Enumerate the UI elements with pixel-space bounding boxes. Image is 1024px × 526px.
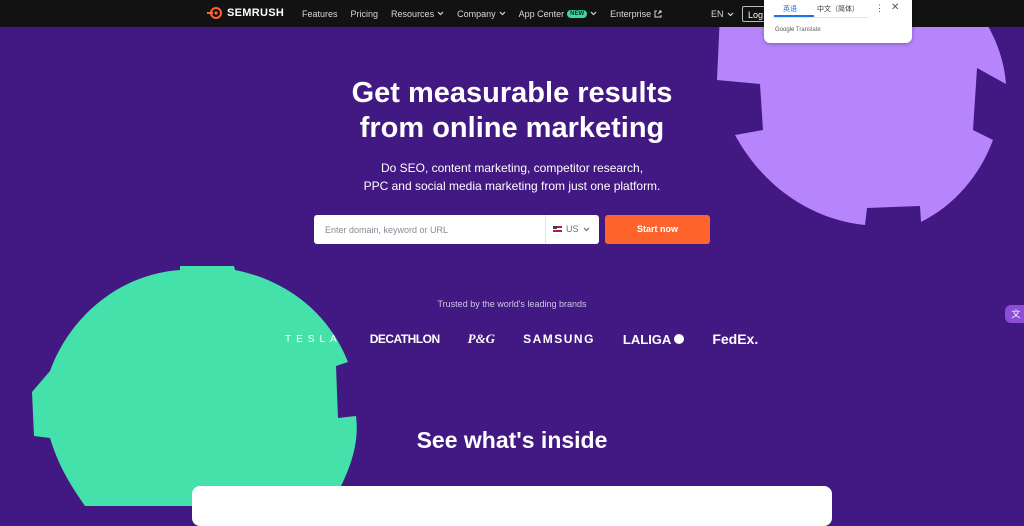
brand-logo-fedex: FedEx. [712,331,759,347]
brand-logo-samsung: SAMSUNG [523,332,595,346]
brand-logo-laliga: LALIGA [622,331,685,347]
nav-item-company[interactable]: Company [457,9,506,19]
nav-item-resources[interactable]: Resources [391,9,444,19]
chevron-down-icon [727,12,733,16]
preview-card [192,486,832,526]
translate-tab-indicator [774,15,814,17]
hero-title: Get measurable results from online marke… [0,76,1024,146]
translate-footer: Google Translate [775,27,821,33]
chevron-down-icon [590,11,597,16]
chevron-down-icon [583,227,589,231]
search-input[interactable] [314,215,544,244]
chevron-down-icon [437,11,444,16]
semrush-logo[interactable]: SEMRUSH [207,7,284,19]
chevron-down-icon [499,11,506,16]
translate-tab-divider [772,17,868,18]
search-form: US [314,215,599,244]
search-divider [545,215,546,244]
brand-logo-laliga-text: LALIGA [622,331,672,347]
nav-item-pricing[interactable]: Pricing [351,9,379,19]
translate-widget-icon[interactable]: 文 [1005,305,1024,323]
nav-label: App Center [518,8,565,19]
hero-subtitle: Do SEO, content marketing, competitor re… [0,159,1024,195]
semrush-fire-icon [207,7,222,19]
main-nav: Features Pricing Resources Company App C… [302,0,662,27]
external-link-icon [654,10,662,17]
country-selector[interactable]: US [553,224,590,234]
nav-item-features[interactable]: Features [302,9,338,19]
hero-title-line2: from online marketing [359,112,665,144]
country-label: US [566,224,579,234]
brand-logo-decathlon: DECATHLON [369,332,440,346]
translate-label: Translate [795,27,821,33]
laliga-ball-icon [674,334,685,344]
us-flag-icon [553,226,562,232]
brand-logo-pg: P&G [467,331,496,346]
translate-tab-target[interactable]: 中文（简体） [817,4,859,14]
logo-text: SEMRUSH [227,7,285,19]
nav-label: Features [302,8,338,19]
close-icon[interactable]: ✕ [891,2,899,13]
section-title: See what's inside [416,427,608,453]
start-now-button[interactable]: Start now [605,215,710,244]
nav-label: Pricing [350,8,379,19]
translate-brand: Google [775,27,795,33]
more-vert-icon[interactable]: ⋮ [875,3,884,14]
new-badge: NEW [567,9,588,18]
translate-popup: 英语 中文（简体） ⋮ ✕ Google Translate [764,0,912,43]
brand-logos: TESLA DECATHLON P&G SAMSUNG LALIGA FedEx… [285,331,758,347]
brand-logo-tesla: TESLA [285,333,342,345]
language-label: EN [711,9,724,19]
nav-label: Company [457,8,496,19]
language-selector[interactable]: EN [711,9,734,19]
translate-tab-source[interactable]: 英语 [783,4,797,14]
hero-subtitle-line1: Do SEO, content marketing, competitor re… [380,161,644,175]
nav-item-app-center[interactable]: App Center NEW [519,9,598,19]
hero-subtitle-line2: PPC and social media marketing from just… [363,179,661,193]
nav-item-enterprise[interactable]: Enterprise [610,9,662,19]
hero-title-line1: Get measurable results [351,77,673,109]
nav-label: Resources [391,8,435,19]
nav-label: Enterprise [610,8,652,19]
trusted-label: Trusted by the world's leading brands [437,299,587,309]
